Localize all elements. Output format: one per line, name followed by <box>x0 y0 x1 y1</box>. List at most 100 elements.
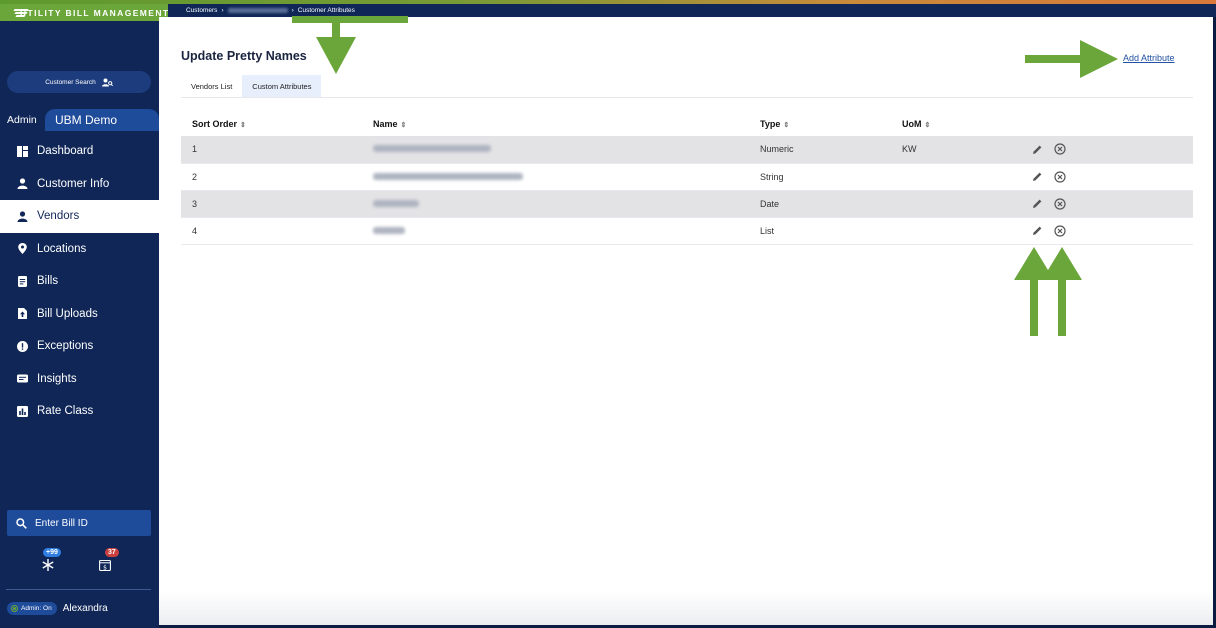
tab-bar: Vendors List Custom Attributes <box>181 75 322 97</box>
sidebar-item-vendors[interactable]: Vendors <box>0 200 159 233</box>
sidebar-nav: Dashboard Customer Info Vendors Location… <box>0 135 159 428</box>
cell-type: Date <box>749 190 891 218</box>
admin-toggle[interactable]: Admin: On <box>7 601 57 615</box>
sidebar-item-insights[interactable]: Insights <box>0 363 159 396</box>
sidebar-item-bills[interactable]: Bills <box>0 265 159 298</box>
status-dot-icon <box>11 604 18 612</box>
asterisk-notifications[interactable]: +99 <box>38 548 62 574</box>
app-title: UTILITY BILL MANAGEMENT <box>20 7 170 18</box>
delete-circle-x-icon[interactable] <box>1054 224 1066 237</box>
delete-circle-x-icon[interactable] <box>1054 170 1066 183</box>
calendar-notifications[interactable]: $ 37 <box>98 548 122 574</box>
edit-pencil-icon[interactable] <box>1032 171 1043 182</box>
sidebar-divider <box>6 589 151 590</box>
cell-name <box>362 163 749 191</box>
insights-icon <box>17 374 28 383</box>
tab-custom-attributes[interactable]: Custom Attributes <box>242 75 322 97</box>
asterisk-icon <box>42 559 54 571</box>
sidebar-item-label: Locations <box>37 242 87 255</box>
asterisk-count-badge: +99 <box>43 548 61 557</box>
edit-pencil-icon[interactable] <box>1032 225 1043 236</box>
cell-actions <box>1021 190 1193 218</box>
cell-name <box>362 136 749 164</box>
user-row: Admin: On Alexandra <box>7 600 157 616</box>
org-switcher: Admin UBM Demo <box>0 109 159 131</box>
sort-icon: ⇕ <box>240 122 246 129</box>
header-type[interactable]: Type ⇕ <box>749 112 891 136</box>
redacted-name <box>373 145 491 153</box>
header-actions <box>1021 112 1193 136</box>
sidebar-item-dashboard[interactable]: Dashboard <box>0 135 159 168</box>
edit-pencil-icon[interactable] <box>1032 198 1043 209</box>
sidebar-item-label: Insights <box>37 372 77 385</box>
table-row[interactable]: 1 Numeric KW <box>181 136 1193 164</box>
header-name[interactable]: Name ⇕ <box>362 112 749 136</box>
cell-uom <box>891 163 1021 191</box>
calendar-count-badge: 37 <box>105 548 119 557</box>
table-row[interactable]: 2 String <box>181 163 1193 191</box>
sidebar-item-label: Bills <box>37 275 59 288</box>
cell-name <box>362 217 749 245</box>
bill-id-placeholder: Enter Bill ID <box>35 517 88 529</box>
document-icon <box>18 275 27 287</box>
main-content: Update Pretty Names Add Attribute Vendor… <box>159 17 1213 625</box>
cell-type: String <box>749 163 891 191</box>
header-sort-order[interactable]: Sort Order ⇕ <box>181 112 362 136</box>
sidebar-item-rate-class[interactable]: Rate Class <box>0 395 159 428</box>
sidebar-item-label: Vendors <box>37 210 80 223</box>
bottom-fade <box>159 591 1213 625</box>
customer-search-button[interactable]: Customer Search <box>7 71 151 93</box>
user-name[interactable]: Alexandra <box>63 603 108 614</box>
breadcrumb-redacted[interactable] <box>227 8 288 13</box>
tab-vendors-list[interactable]: Vendors List <box>181 75 242 97</box>
table-row[interactable]: 3 Date <box>181 190 1193 218</box>
delete-circle-x-icon[interactable] <box>1054 143 1066 155</box>
cell-sort-order: 4 <box>181 217 362 245</box>
bar-chart-icon <box>17 405 28 417</box>
header-uom[interactable]: UoM ⇕ <box>891 112 1021 136</box>
location-pin-icon <box>18 243 27 255</box>
sidebar-item-exceptions[interactable]: Exceptions <box>0 330 159 363</box>
org-tab-ubm-demo[interactable]: UBM Demo <box>45 109 159 131</box>
sort-icon: ⇕ <box>400 122 407 129</box>
sort-icon: ⇕ <box>783 122 790 129</box>
bill-id-input[interactable]: Enter Bill ID <box>7 510 151 536</box>
notification-badges: +99 $ 37 <box>0 548 159 578</box>
app-logo[interactable]: UTILITY BILL MANAGEMENT <box>0 4 168 21</box>
cell-sort-order: 1 <box>181 136 362 164</box>
cell-actions <box>1021 136 1193 164</box>
redacted-name <box>373 172 523 180</box>
calendar-dollar-icon: $ <box>99 559 111 571</box>
person-search-icon <box>101 78 113 86</box>
sidebar-item-locations[interactable]: Locations <box>0 233 159 266</box>
dashboard-icon <box>17 145 28 157</box>
breadcrumb-customers[interactable]: Customers <box>186 7 217 14</box>
upload-icon <box>18 308 27 320</box>
cell-actions <box>1021 217 1193 245</box>
add-attribute-link[interactable]: Add Attribute <box>1123 53 1175 63</box>
search-icon <box>16 517 27 529</box>
sidebar-item-label: Rate Class <box>37 405 94 418</box>
table-header-row: Sort Order ⇕ Name ⇕ Type ⇕ UoM ⇕ <box>181 112 1193 136</box>
cell-sort-order: 2 <box>181 163 362 191</box>
edit-pencil-icon[interactable] <box>1032 144 1043 155</box>
page-title: Update Pretty Names <box>181 49 307 63</box>
sidebar-item-label: Dashboard <box>37 145 94 158</box>
attributes-table: Sort Order ⇕ Name ⇕ Type ⇕ UoM ⇕ 1 Numeric K… <box>181 112 1193 245</box>
table-row[interactable]: 4 List <box>181 217 1193 245</box>
cell-type: List <box>749 217 891 245</box>
admin-label[interactable]: Admin <box>7 114 37 126</box>
cell-uom <box>891 190 1021 218</box>
sidebar: UTILITY BILL MANAGEMENT Customer Search … <box>0 4 168 628</box>
sidebar-item-customer-info[interactable]: Customer Info <box>0 168 159 201</box>
cell-name <box>362 190 749 218</box>
cell-type: Numeric <box>749 136 891 164</box>
admin-toggle-label: Admin: On <box>21 604 52 612</box>
redacted-name <box>373 199 419 207</box>
sidebar-item-bill-uploads[interactable]: Bill Uploads <box>0 298 159 331</box>
breadcrumb-separator: › <box>291 7 294 14</box>
sidebar-item-label: Customer Info <box>37 177 110 190</box>
svg-text:$: $ <box>103 564 107 571</box>
delete-circle-x-icon[interactable] <box>1054 197 1066 210</box>
sidebar-item-label: Bill Uploads <box>37 307 98 320</box>
